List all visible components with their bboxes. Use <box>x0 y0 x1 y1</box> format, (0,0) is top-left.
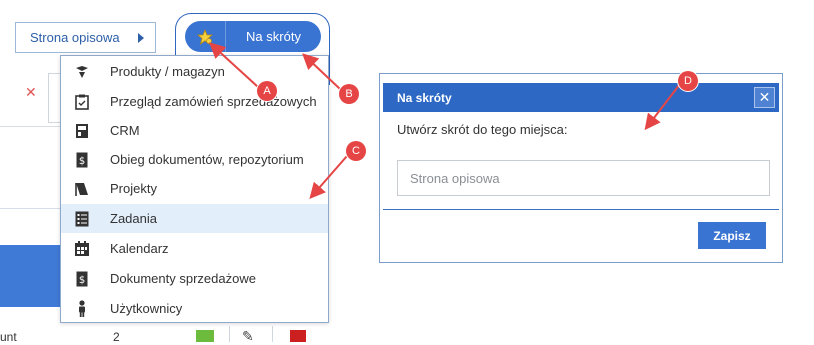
menu-item-label: Zadania <box>110 211 157 226</box>
close-icon[interactable]: ✕ <box>754 87 775 108</box>
menu-item-projects[interactable]: Projekty <box>61 174 328 203</box>
shortcut-dialog: Na skróty ✕ Utwórz skrót do tego miejsca… <box>379 73 783 263</box>
divider <box>383 209 779 210</box>
menu-item-calendar[interactable]: Kalendarz <box>61 234 328 263</box>
menu-item-label: Dokumenty sprzedażowe <box>110 271 256 286</box>
save-button[interactable]: Zapisz <box>698 222 766 249</box>
menu-item-documents[interactable]: $ Obieg dokumentów, repozytorium <box>61 145 328 174</box>
menu-item-label: CRM <box>110 123 140 138</box>
menu-item-label: Projekty <box>110 181 157 196</box>
menu-item-orders[interactable]: Przegląd zamówień sprzedażowych <box>61 87 328 116</box>
divider <box>0 208 60 209</box>
menu-item-label: Obieg dokumentów, repozytorium <box>110 152 304 167</box>
products-icon <box>74 64 90 80</box>
menu-item-sales-documents[interactable]: $ Dokumenty sprzedażowe <box>61 264 328 293</box>
shortcuts-tab-label[interactable]: Na skróty <box>226 21 321 52</box>
shortcuts-menu: Produkty / magazyn Przegląd zamówień spr… <box>60 55 329 323</box>
menu-item-products[interactable]: Produkty / magazyn <box>61 57 328 86</box>
delete-icon[interactable] <box>290 330 306 342</box>
menu-item-label: Przegląd zamówień sprzedażowych <box>110 94 317 109</box>
menu-item-tasks[interactable]: Zadania <box>61 204 328 233</box>
star-icon <box>197 28 213 45</box>
annotation-marker-d: D <box>678 71 698 91</box>
strona-opisowa-label: Strona opisowa <box>30 30 120 45</box>
menu-item-label: Użytkownicy <box>110 301 183 316</box>
edit-icon[interactable]: ✎ <box>242 328 254 345</box>
shortcuts-pill[interactable]: Na skróty <box>185 21 321 52</box>
caret-right-icon <box>137 32 144 43</box>
crm-icon <box>74 123 90 139</box>
user-icon <box>74 299 90 317</box>
projects-icon <box>74 181 90 197</box>
add-shortcut-star-button[interactable] <box>185 21 226 52</box>
menu-item-label: Produkty / magazyn <box>110 64 225 79</box>
sales-docs-icon: $ <box>74 271 90 287</box>
tasks-icon <box>74 211 90 227</box>
annotation-marker-a: A <box>257 81 277 101</box>
svg-text:$: $ <box>79 275 85 286</box>
calendar-icon <box>74 240 90 257</box>
svg-text:$: $ <box>79 156 85 167</box>
table-cell-number: 2 <box>113 330 120 344</box>
status-ok-icon[interactable] <box>196 330 214 342</box>
dialog-header: Na skróty ✕ <box>383 83 779 112</box>
menu-item-users[interactable]: Użytkownicy <box>61 294 328 323</box>
annotation-marker-c: C <box>346 141 366 161</box>
document-flow-icon: $ <box>74 152 90 168</box>
menu-item-crm[interactable]: CRM <box>61 116 328 145</box>
clipboard-icon <box>74 94 90 110</box>
strona-opisowa-button[interactable]: Strona opisowa <box>15 22 156 53</box>
menu-item-label: Kalendarz <box>110 241 169 256</box>
divider <box>0 126 60 127</box>
dialog-title: Na skróty <box>397 90 452 105</box>
shortcut-name-input[interactable] <box>397 160 770 196</box>
dialog-prompt: Utwórz skrót do tego miejsca: <box>397 122 568 137</box>
table-cell-text: unt <box>0 330 17 344</box>
clear-icon[interactable]: ✕ <box>25 84 37 101</box>
annotation-marker-b: B <box>339 84 359 104</box>
table-header-fragment <box>0 245 60 307</box>
